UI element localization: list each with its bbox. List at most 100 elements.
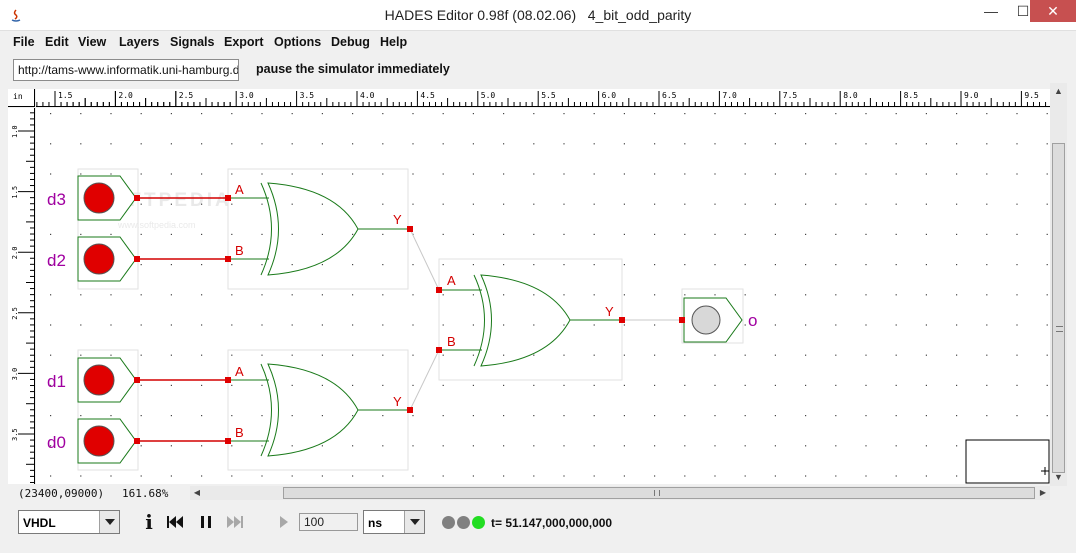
pin-y: Y — [393, 212, 402, 227]
ruler-label: 4.5 — [420, 91, 435, 100]
ruler-label: 2.0 — [11, 247, 19, 260]
input-d3[interactable]: d3 — [47, 175, 137, 221]
ruler-label: 6.5 — [662, 91, 677, 100]
grip-icon — [1056, 326, 1063, 332]
led-d1 — [83, 364, 115, 396]
ruler-label: 9.0 — [964, 91, 979, 100]
scroll-down-icon[interactable]: ▼ — [1050, 469, 1067, 486]
ruler-label: 7.5 — [783, 91, 798, 100]
chevron-down-icon[interactable] — [99, 511, 119, 533]
pin-a: A — [447, 273, 456, 288]
run-duration-field[interactable]: 100 — [299, 513, 358, 531]
ruler-label: 7.0 — [722, 91, 737, 100]
ruler-label: 2.0 — [118, 91, 133, 100]
menu-options[interactable]: Options — [274, 35, 321, 49]
horizontal-scroll-thumb[interactable] — [283, 487, 1035, 499]
ruler-label: 3.0 — [239, 91, 254, 100]
pin-b: B — [235, 425, 244, 440]
menu-signals[interactable]: Signals — [170, 35, 214, 49]
menu-debug[interactable]: Debug — [331, 35, 370, 49]
label-d2: d2 — [47, 251, 66, 270]
horizontal-ruler: 1.5 2.0 2.5 3.0 3.5 4.0 4.5 5.0 5.5 6.0 6.5 7.0 7.5 8… — [36, 89, 1050, 107]
window-title: HADES Editor 0.98f (08.02.06) 4_bit_odd_… — [384, 7, 692, 23]
ruler-label: 4.0 — [360, 91, 375, 100]
vertical-scroll-thumb[interactable] — [1052, 143, 1065, 473]
zoom-level: 161.68% — [122, 487, 169, 500]
pause-icon[interactable] — [197, 512, 215, 532]
cursor-coordinates: (23400,09000) — [18, 487, 105, 500]
ruler-unit: in — [13, 92, 23, 101]
menu-file[interactable]: File — [13, 35, 35, 49]
led-d2 — [83, 243, 115, 275]
ruler-label: 1.5 — [11, 186, 19, 199]
menu-help[interactable]: Help — [380, 35, 407, 49]
status-led-1 — [442, 516, 455, 529]
status-message: pause the simulator immediately — [256, 62, 450, 76]
rewind-icon[interactable] — [166, 512, 184, 532]
overview-box[interactable] — [965, 439, 1050, 484]
menu-edit[interactable]: Edit — [45, 35, 69, 49]
ruler-label: 2.5 — [11, 307, 19, 320]
led-o — [691, 305, 721, 335]
scroll-right-icon[interactable]: ▶ — [1036, 486, 1050, 500]
menu-export[interactable]: Export — [224, 35, 264, 49]
time-unit-select[interactable]: ns — [363, 510, 425, 534]
pin-b: B — [235, 243, 244, 258]
pin-b: B — [447, 334, 456, 349]
xor-gate-2[interactable]: A B Y — [230, 363, 410, 457]
led-d0 — [83, 425, 115, 457]
chevron-down-icon[interactable] — [404, 511, 424, 533]
input-d1[interactable]: d1 — [47, 357, 137, 403]
ruler-label: 5.0 — [481, 91, 496, 100]
watermark-subtext: www.softpedia.com — [117, 220, 196, 230]
info-icon[interactable]: i — [140, 512, 158, 532]
ruler-label: 3.0 — [11, 368, 19, 381]
close-button[interactable]: ✕ — [1030, 0, 1076, 22]
input-d2[interactable]: d2 — [47, 236, 137, 282]
language-select[interactable]: VHDL — [18, 510, 120, 534]
language-value: VHDL — [23, 516, 56, 530]
url-field[interactable]: http://tams-www.informatik.uni-hamburg.d… — [13, 59, 239, 81]
ruler-label: 8.0 — [843, 91, 858, 100]
pin-y: Y — [393, 394, 402, 409]
title-bar: HADES Editor 0.98f (08.02.06) 4_bit_odd_… — [0, 0, 1076, 31]
ruler-label: 5.5 — [541, 91, 556, 100]
simulation-time: t= 51.147,000,000,000 — [491, 516, 613, 530]
grid-dots — [50, 113, 1048, 477]
scroll-left-icon[interactable]: ◀ — [190, 486, 204, 500]
status-led-3 — [472, 516, 485, 529]
ruler-label: 2.5 — [179, 91, 194, 100]
grip-icon — [654, 490, 660, 496]
pin-y: Y — [605, 304, 614, 319]
menu-layers[interactable]: Layers — [119, 35, 159, 49]
label-d0: d0 — [47, 433, 66, 452]
label-d1: d1 — [47, 372, 66, 391]
pin-a: A — [235, 182, 244, 197]
vertical-scrollbar[interactable]: ▲ ▼ — [1050, 83, 1067, 486]
output-o[interactable]: o — [683, 297, 757, 343]
ruler-label: 6.0 — [602, 91, 617, 100]
ruler-label: 9.5 — [1024, 91, 1039, 100]
schematic-canvas[interactable]: SOFTPEDIA www.softpedia.com d3 d2 d1 d0 … — [36, 108, 1050, 484]
ruler-label: 3.5 — [300, 91, 315, 100]
fast-forward-icon[interactable] — [226, 512, 244, 532]
menu-view[interactable]: View — [78, 35, 106, 49]
ruler-corner: in — [8, 89, 35, 107]
step-icon[interactable] — [275, 512, 293, 532]
xor-gate-3[interactable]: A B Y — [441, 273, 622, 367]
ruler-label: 1.5 — [58, 91, 73, 100]
horizontal-scrollbar[interactable]: ◀ ▶ — [190, 486, 1050, 500]
scroll-up-icon[interactable]: ▲ — [1050, 83, 1067, 100]
time-unit-value: ns — [368, 516, 383, 530]
ruler-label: 8.5 — [904, 91, 919, 100]
xor-gate-1[interactable]: A B Y — [230, 182, 410, 276]
menu-bar: File Edit View Layers Signals Export Opt… — [0, 31, 1076, 53]
ruler-label: 1.0 — [11, 125, 19, 138]
label-d3: d3 — [47, 190, 66, 209]
pin-a: A — [235, 364, 244, 379]
minimize-button[interactable]: — — [975, 0, 1007, 22]
ruler-label: 3.5 — [11, 428, 19, 441]
label-o: o — [748, 311, 757, 330]
led-d3 — [83, 182, 115, 214]
input-d0[interactable]: d0 — [47, 418, 137, 464]
